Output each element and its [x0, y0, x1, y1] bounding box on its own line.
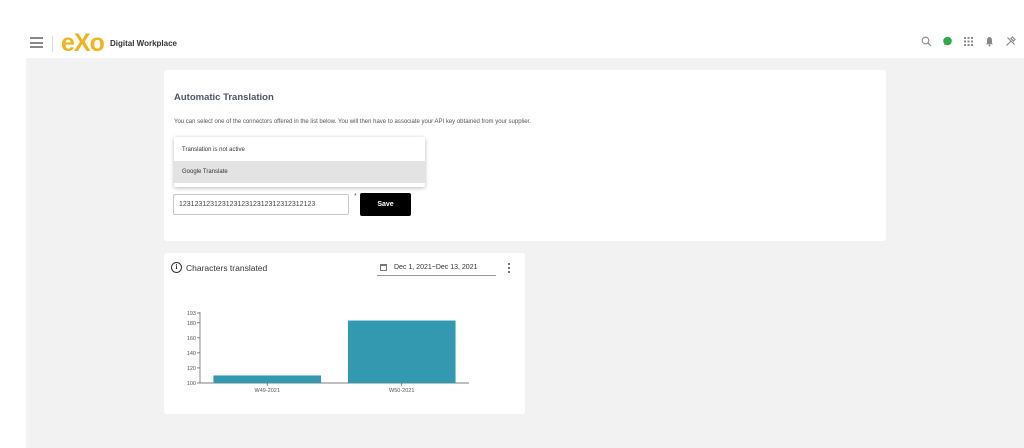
bar-w49-2021: [213, 375, 322, 383]
api-key-input[interactable]: [173, 194, 349, 215]
section-description: You can select one of the connectors off…: [174, 119, 531, 125]
chat-icon[interactable]: [942, 36, 953, 47]
info-icon[interactable]: i: [171, 262, 182, 273]
save-button[interactable]: Save: [360, 193, 411, 216]
admin-tools-icon[interactable]: [1005, 36, 1016, 47]
y-tick-label: 100: [187, 381, 196, 387]
top-icons-toolbar: [921, 36, 1016, 47]
y-tick-label: 140: [187, 351, 196, 357]
date-range-text: Dec 1, 2021~Dec 13, 2021: [394, 264, 478, 271]
y-tick-label: 193: [187, 311, 196, 317]
y-tick-label: 160: [187, 336, 196, 342]
more-options-icon[interactable]: [506, 262, 512, 274]
bar-w50-2021: [347, 320, 456, 383]
calendar-icon: [380, 264, 387, 271]
y-tick-label: 180: [187, 321, 196, 327]
exo-logo[interactable]: eXo: [61, 29, 105, 57]
chart-title: Characters translated: [186, 263, 268, 273]
navbar-divider: [52, 36, 53, 52]
menu-hamburger-icon[interactable]: [30, 37, 43, 48]
connector-dropdown-menu: Translation is not active Google Transla…: [174, 137, 425, 187]
characters-translated-card: i Characters translated Dec 1, 2021~Dec …: [164, 253, 525, 414]
notifications-bell-icon[interactable]: [984, 36, 995, 47]
app-title: Digital Workplace: [110, 39, 177, 48]
dropdown-option-google-translate[interactable]: Google Translate: [174, 161, 425, 183]
section-title: Automatic Translation: [174, 92, 274, 103]
y-tick-label: 120: [187, 366, 196, 372]
characters-bar-chart: 100 120 140 160 180 193 W49-2021 W50-2021: [187, 311, 469, 394]
x-tick-label: W49-2021: [255, 388, 280, 394]
automatic-translation-card: Automatic Translation You can select one…: [164, 70, 886, 241]
apps-grid-icon[interactable]: [963, 36, 974, 47]
required-mark: *: [354, 193, 357, 200]
search-icon[interactable]: [921, 36, 932, 47]
dropdown-option-not-active[interactable]: Translation is not active: [174, 139, 425, 161]
top-navbar: eXo Digital Workplace: [0, 0, 1024, 58]
date-range-picker[interactable]: Dec 1, 2021~Dec 13, 2021: [377, 262, 496, 276]
x-tick-label: W50-2021: [389, 388, 414, 394]
